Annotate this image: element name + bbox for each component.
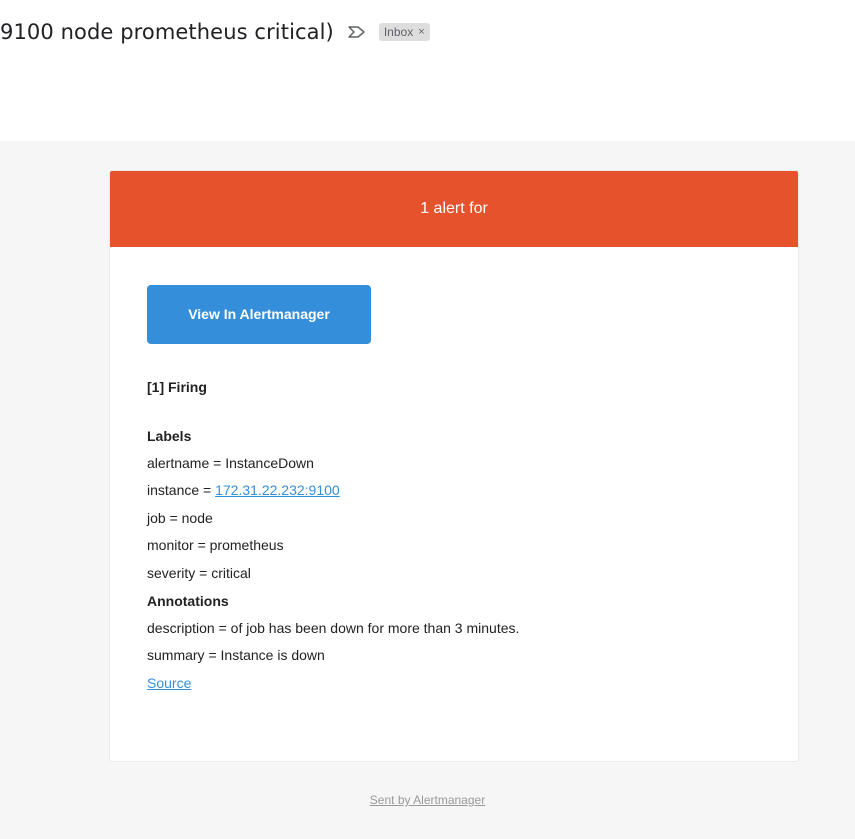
label-alertname: alertname = InstanceDown bbox=[147, 455, 314, 471]
alert-header-text: 1 alert for bbox=[420, 200, 488, 217]
inbox-label-text: Inbox bbox=[383, 25, 414, 39]
label-monitor: monitor = prometheus bbox=[147, 537, 284, 554]
inbox-label-chip[interactable]: Inbox × bbox=[378, 23, 430, 41]
annotations-title: Annotations bbox=[147, 593, 229, 610]
email-subject: 9100 node prometheus critical) bbox=[0, 20, 334, 44]
footer: Sent by Alertmanager bbox=[0, 793, 855, 807]
annotation-description: description = of job has been down for m… bbox=[147, 620, 520, 637]
label-severity: severity = critical bbox=[147, 564, 251, 581]
importance-marker-icon[interactable] bbox=[347, 25, 367, 39]
labels-title: Labels bbox=[147, 428, 192, 444]
alert-card: 1 alert for View In Alertmanager [1] Fir… bbox=[109, 170, 799, 762]
firing-title: [1] Firing bbox=[147, 379, 207, 395]
label-job: job = node bbox=[147, 509, 213, 526]
instance-link[interactable]: 172.31.22.232:9100 bbox=[215, 482, 340, 498]
email-subject-bar: 9100 node prometheus critical) Inbox × bbox=[0, 0, 855, 141]
label-instance: instance = 172.31.22.232:9100 bbox=[147, 477, 761, 504]
source-link[interactable]: Source bbox=[147, 675, 191, 691]
sent-by-alertmanager-link[interactable]: Sent by Alertmanager bbox=[370, 793, 485, 807]
email-body-area: 1 alert for View In Alertmanager [1] Fir… bbox=[0, 141, 855, 839]
label-instance-key: instance = bbox=[147, 482, 216, 499]
close-icon[interactable]: × bbox=[418, 26, 424, 38]
annotation-summary: summary = Instance is down bbox=[147, 647, 325, 664]
source-row: Source bbox=[147, 670, 761, 697]
alert-header: 1 alert for bbox=[110, 171, 798, 247]
subject-line: 9100 node prometheus critical) Inbox × bbox=[0, 16, 430, 48]
alert-body: View In Alertmanager [1] Firing Labels a… bbox=[110, 247, 798, 697]
view-in-alertmanager-button[interactable]: View In Alertmanager bbox=[147, 285, 371, 344]
